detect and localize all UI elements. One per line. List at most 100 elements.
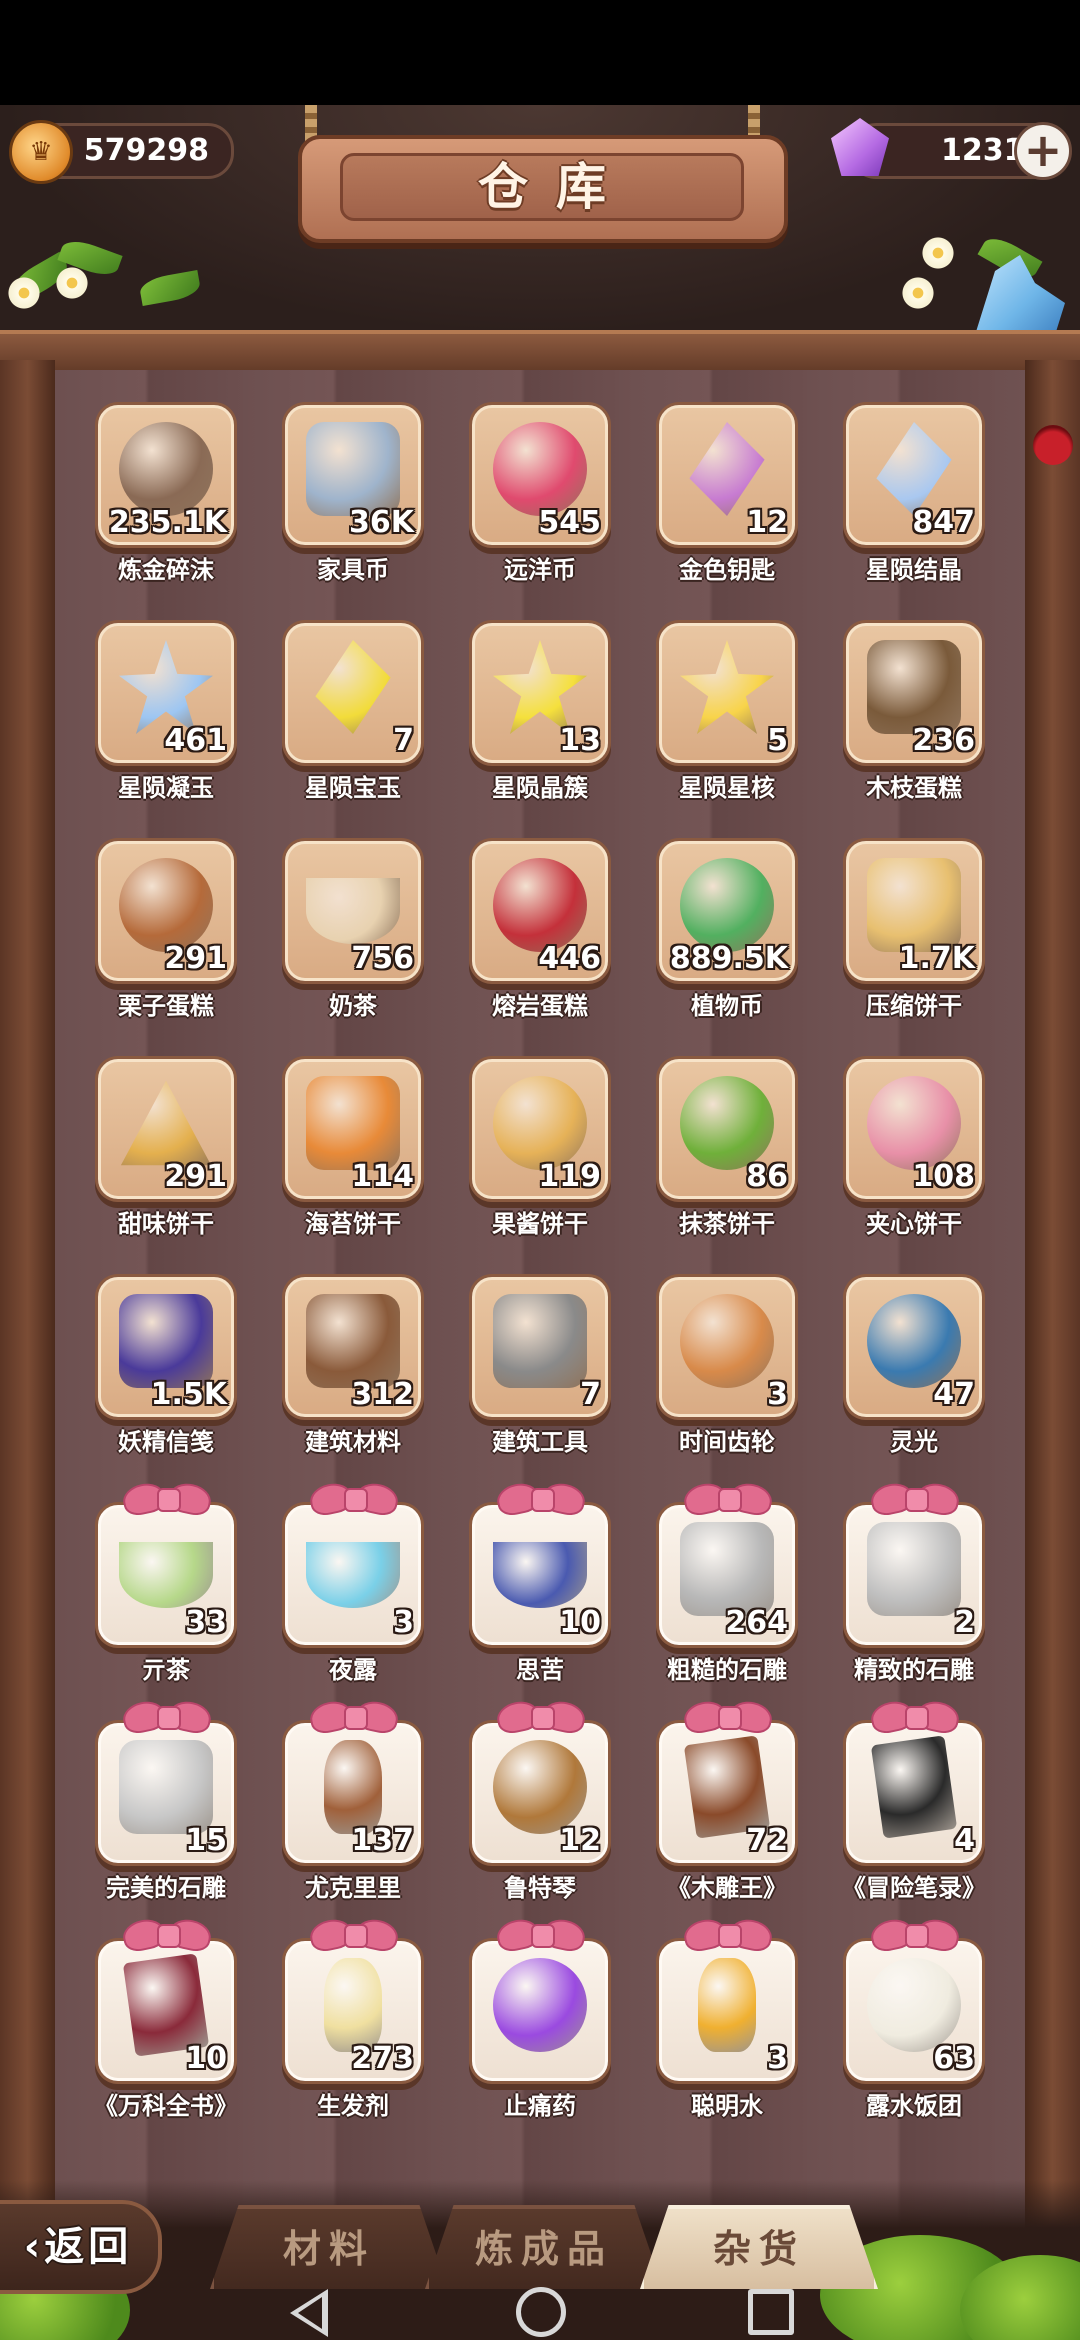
inventory-item[interactable]: 12 鲁特琴: [472, 1697, 608, 1913]
item-card[interactable]: 12: [472, 1697, 608, 1863]
inventory-item[interactable]: 12 金色钥匙: [659, 405, 795, 595]
item-card[interactable]: 291: [98, 841, 234, 981]
item-card[interactable]: 2: [846, 1479, 982, 1645]
item-card[interactable]: 235.1K: [98, 405, 234, 545]
inventory-item[interactable]: 236 木枝蛋糕: [846, 623, 982, 813]
item-name: 熔岩蛋糕: [492, 992, 588, 1020]
inventory-item[interactable]: 7 建筑工具: [472, 1277, 608, 1467]
inventory-item[interactable]: 889.5K 植物币: [659, 841, 795, 1031]
inventory-item[interactable]: 137 尤克里里: [285, 1697, 421, 1913]
item-card[interactable]: 33: [98, 1479, 234, 1645]
item-card[interactable]: 847: [846, 405, 982, 545]
item-card[interactable]: 5: [659, 623, 795, 763]
item-card[interactable]: 114: [285, 1059, 421, 1199]
inventory-item[interactable]: 114 海苔饼干: [285, 1059, 421, 1249]
item-card[interactable]: 12: [659, 405, 795, 545]
inventory-item[interactable]: 235.1K 炼金碎沫: [98, 405, 234, 595]
inventory-item[interactable]: 3 聪明水: [659, 1915, 795, 2131]
item-card[interactable]: 108: [846, 1059, 982, 1199]
item-card[interactable]: 13: [472, 623, 608, 763]
item-name: 精致的石雕: [854, 1656, 974, 1684]
inventory-item[interactable]: 10 《万科全书》: [94, 1915, 238, 2131]
item-card[interactable]: 3: [659, 1915, 795, 2081]
item-card[interactable]: 15: [98, 1697, 234, 1863]
nav-recent-icon[interactable]: [748, 2289, 794, 2335]
inventory-item[interactable]: 291 甜味饼干: [98, 1059, 234, 1249]
item-card[interactable]: 236: [846, 623, 982, 763]
item-card[interactable]: 72: [659, 1697, 795, 1863]
item-card[interactable]: 4: [846, 1697, 982, 1863]
tab-groceries[interactable]: 杂货: [640, 2205, 878, 2289]
item-card[interactable]: 461: [98, 623, 234, 763]
inventory-item[interactable]: 461 星陨凝玉: [98, 623, 234, 813]
item-card[interactable]: 86: [659, 1059, 795, 1199]
item-card[interactable]: 10: [98, 1915, 234, 2081]
item-card[interactable]: 1.7K: [846, 841, 982, 981]
inventory-item[interactable]: 36K 家具币: [285, 405, 421, 595]
item-card[interactable]: 3: [659, 1277, 795, 1417]
item-count: 291: [164, 1159, 227, 1194]
inventory-item[interactable]: 7 星陨宝玉: [285, 623, 421, 813]
inventory-item[interactable]: 13 星陨晶簇: [472, 623, 608, 813]
plus-icon[interactable]: +: [1014, 122, 1072, 180]
item-card[interactable]: 446: [472, 841, 608, 981]
inventory-item[interactable]: 1.5K 妖精信笺: [98, 1277, 234, 1467]
inventory-item[interactable]: 10 思苦: [472, 1479, 608, 1695]
item-card[interactable]: 756: [285, 841, 421, 981]
item-card[interactable]: 312: [285, 1277, 421, 1417]
item-card[interactable]: 3: [285, 1479, 421, 1645]
inventory-item[interactable]: 72 《木雕王》: [659, 1697, 795, 1913]
wood-post-right: [1025, 360, 1080, 2290]
item-card[interactable]: 291: [98, 1059, 234, 1199]
item-card[interactable]: 273: [285, 1915, 421, 2081]
item-card[interactable]: 7: [472, 1277, 608, 1417]
inventory-item[interactable]: 756 奶茶: [285, 841, 421, 1031]
tab-crafted[interactable]: 炼成品: [425, 2205, 663, 2289]
ribbon-bow-icon: [494, 1697, 588, 1737]
item-card[interactable]: 47: [846, 1277, 982, 1417]
inventory-item[interactable]: 2 精致的石雕: [846, 1479, 982, 1695]
item-card[interactable]: [472, 1915, 608, 2081]
inventory-item[interactable]: 3 时间齿轮: [659, 1277, 795, 1467]
inventory-item[interactable]: 47 灵光: [846, 1277, 982, 1467]
item-count: 312: [351, 1377, 414, 1412]
inventory-item[interactable]: 86 抹茶饼干: [659, 1059, 795, 1249]
inventory-item[interactable]: 63 露水饭团: [846, 1915, 982, 2131]
item-card[interactable]: 1.5K: [98, 1277, 234, 1417]
inventory-item[interactable]: 4 《冒险笔录》: [842, 1697, 986, 1913]
inventory-item[interactable]: 847 星陨结晶: [846, 405, 982, 595]
inventory-item[interactable]: 止痛药: [472, 1915, 608, 2131]
inventory-item[interactable]: 108 夹心饼干: [846, 1059, 982, 1249]
item-card[interactable]: 545: [472, 405, 608, 545]
back-button[interactable]: ‹返回: [0, 2200, 162, 2294]
item-card[interactable]: 264: [659, 1479, 795, 1645]
item-name: 甜味饼干: [118, 1210, 214, 1238]
item-card[interactable]: 137: [285, 1697, 421, 1863]
tab-materials[interactable]: 材料: [210, 2205, 448, 2289]
inventory-item[interactable]: 264 粗糙的石雕: [659, 1479, 795, 1695]
leaf-decoration: [138, 269, 202, 307]
inventory-item[interactable]: 1.7K 压缩饼干: [846, 841, 982, 1031]
item-card[interactable]: 36K: [285, 405, 421, 545]
item-card[interactable]: 889.5K: [659, 841, 795, 981]
item-card[interactable]: 10: [472, 1479, 608, 1645]
item-count: 3: [767, 1377, 788, 1412]
item-card[interactable]: 63: [846, 1915, 982, 2081]
inventory-item[interactable]: 33 亓茶: [98, 1479, 234, 1695]
inventory-item[interactable]: 273 生发剂: [285, 1915, 421, 2131]
inventory-item[interactable]: 3 夜露: [285, 1479, 421, 1695]
item-card[interactable]: 7: [285, 623, 421, 763]
nav-home-icon[interactable]: [516, 2287, 566, 2337]
inventory-item[interactable]: 119 果酱饼干: [472, 1059, 608, 1249]
inventory-item[interactable]: 545 远洋币: [472, 405, 608, 595]
item-card[interactable]: 119: [472, 1059, 608, 1199]
gem-amount: 1231: [941, 133, 1025, 168]
inventory-item[interactable]: 291 栗子蛋糕: [98, 841, 234, 1031]
item-name: 植物币: [691, 992, 763, 1020]
item-icon: [493, 1740, 587, 1834]
inventory-item[interactable]: 312 建筑材料: [285, 1277, 421, 1467]
nav-back-icon[interactable]: [290, 2289, 328, 2337]
inventory-item[interactable]: 446 熔岩蛋糕: [472, 841, 608, 1031]
inventory-item[interactable]: 5 星陨星核: [659, 623, 795, 813]
inventory-item[interactable]: 15 完美的石雕: [98, 1697, 234, 1913]
